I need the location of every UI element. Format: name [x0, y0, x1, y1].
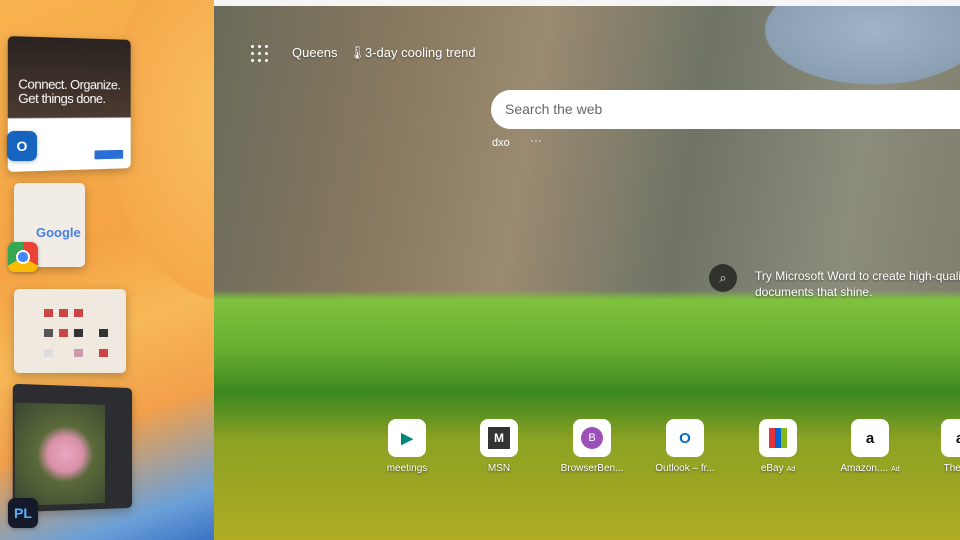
tile-label: eBay — [760, 463, 784, 474]
weather-location[interactable]: Queens — [292, 45, 338, 60]
ad-badge: Ad — [891, 466, 900, 473]
chrome-icon — [8, 242, 38, 272]
browserbench-icon: B — [573, 419, 611, 457]
create-account-button — [94, 149, 124, 160]
browser-top-edge — [214, 0, 960, 6]
dxo-photolab-icon: PL — [8, 498, 38, 528]
tile-label: MSN — [487, 463, 511, 474]
google-meet-icon: ▶ — [388, 419, 426, 457]
tile-label: Amazon.... — [840, 463, 889, 474]
site-icon: a — [941, 419, 960, 457]
edge-new-tab-page: Queens 🌡 3-day cooling trend Search the … — [214, 0, 960, 540]
tile-label: Outlook – fr... — [655, 463, 715, 474]
tile-meetings[interactable]: ▶ meetings — [367, 419, 447, 474]
search-input[interactable]: Search the web — [491, 90, 960, 129]
weather-summary[interactable]: 3-day cooling trend — [365, 45, 476, 60]
promo-tip-text[interactable]: Try Microsoft Word to create high-qualit… — [755, 268, 960, 300]
outlook-headline: Connect. Organize. Get things done. — [18, 76, 121, 107]
finder-window-thumbnail[interactable] — [14, 289, 126, 373]
tile-the-new[interactable]: a The Ne — [920, 419, 960, 474]
shopping-bag-icon — [759, 419, 797, 457]
tile-ebay[interactable]: eBay Ad — [738, 419, 818, 474]
hibiscus-photo — [14, 402, 105, 506]
tile-label: The Ne — [943, 463, 960, 474]
thermometer-icon: 🌡 — [349, 45, 366, 60]
outlook-icon: O — [666, 419, 704, 457]
tile-browserbench[interactable]: B BrowserBen... — [552, 419, 632, 474]
stage-manager-sidebar: Connect. Organize. Get things done. O Go… — [0, 0, 214, 540]
search-icon[interactable]: ⌕ — [709, 264, 737, 292]
msn-icon: M — [480, 419, 518, 457]
tile-msn[interactable]: M MSN — [459, 419, 539, 474]
ad-badge: Ad — [786, 466, 796, 473]
tile-outlook[interactable]: O Outlook – fr... — [645, 419, 725, 474]
app-launcher-icon[interactable] — [251, 45, 268, 62]
amazon-icon: a — [851, 419, 889, 457]
more-options-button[interactable]: ··· — [530, 133, 542, 147]
tile-amazon[interactable]: a Amazon.... Ad — [830, 419, 910, 474]
photolab-window-thumbnail[interactable] — [12, 383, 133, 513]
tile-label: BrowserBen... — [560, 463, 624, 474]
tile-label: meetings — [386, 463, 428, 474]
quick-link-dxo[interactable]: dxo — [492, 137, 510, 149]
google-logo: Google — [36, 225, 81, 240]
outlook-icon: O — [7, 131, 37, 161]
